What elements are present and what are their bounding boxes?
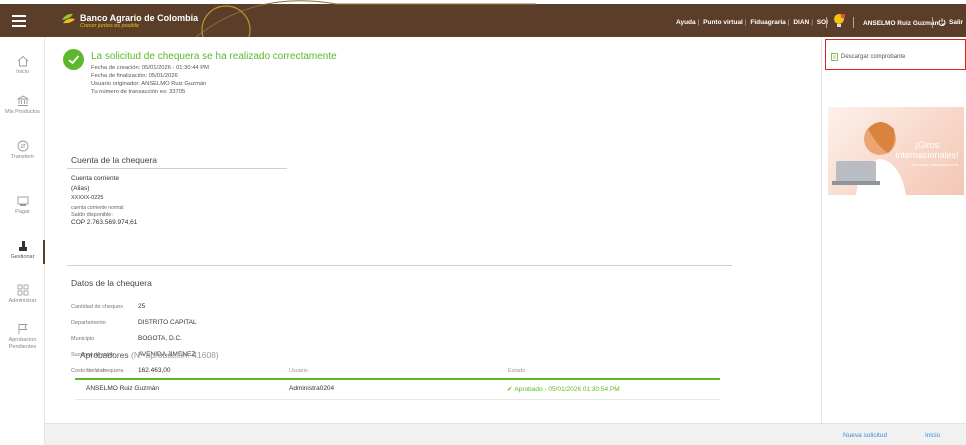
detail-label: Departamento <box>71 320 106 326</box>
hamburger-menu-icon[interactable] <box>12 15 26 27</box>
sidebar-item-label: Aprobacion Pendientes <box>8 337 37 350</box>
approver-name: ANSELMO Ruiz Guzmán <box>86 385 159 392</box>
flag-icon <box>18 324 27 334</box>
main-content: La solicitud de chequera se ha realizado… <box>45 37 821 423</box>
sidebar-item-pagar[interactable]: Pagar <box>0 195 45 216</box>
power-icon <box>938 18 946 26</box>
receipt-highlight-box: Descargar comprobante <box>825 39 966 70</box>
bank-name[interactable]: Banco Agrario de Colombia <box>80 13 198 23</box>
logout-label: Salir <box>949 18 964 26</box>
top-header: Banco Agrario de Colombia Crecer juntos … <box>0 0 966 37</box>
promo-title-line2: internacionales! <box>895 150 959 160</box>
detail-value: BOGOTA, D.C. <box>138 335 182 342</box>
promo-subtitle: Sin costo, pensamos en ti <box>912 162 958 167</box>
finish-date: Fecha de finalización: 05/01/2026 <box>91 73 178 79</box>
account-type: Cuenta corriente <box>71 175 120 182</box>
user-name: ANSELMO Ruiz Guzmán <box>863 20 939 27</box>
sidebar-item-label: Administrar <box>8 298 37 304</box>
detail-label: Municipio <box>71 336 95 342</box>
account-section-title: Cuenta de la chequera <box>71 155 158 165</box>
sidebar-item-aprobacion[interactable]: Aprobacion Pendientes <box>0 323 45 351</box>
section-divider <box>67 168 287 169</box>
sidebar-item-label: Gestionar <box>10 254 35 260</box>
sidebar-item-inicio[interactable]: Inicio <box>0 55 45 76</box>
table-row-divider <box>75 399 720 400</box>
account-number: XXXXX-0225 <box>71 195 104 201</box>
account-alias: (Alias) <box>71 185 90 192</box>
column-header-usuario: Usuario <box>289 368 308 374</box>
header-divider <box>932 17 933 28</box>
balance-label: Saldo disponible: <box>71 212 113 218</box>
home-icon <box>17 55 28 67</box>
grid-icon <box>17 284 28 296</box>
balance-value: COP 2.763.569.974,61 <box>71 219 138 226</box>
approver-user: Administra0204 <box>289 385 335 392</box>
download-receipt-label: Descargar comprobante <box>841 54 906 60</box>
bank-logo-icon <box>62 13 75 24</box>
link-dian[interactable]: DIAN <box>793 19 809 26</box>
manage-icon <box>18 241 27 251</box>
sidebar-item-label: Inicio <box>16 69 29 75</box>
user-menu[interactable]: ANSELMO Ruiz Guzmán ⌄ <box>863 19 946 27</box>
sidebar-item-transferir[interactable]: Transferir <box>0 140 45 161</box>
sidebar-item-label: Pagar <box>15 209 30 215</box>
link-fiduagraria[interactable]: Fiduagraria <box>750 19 785 26</box>
link-punto-virtual[interactable]: Punto virtual <box>703 19 743 26</box>
promo-title-line1: ¡Giros <box>914 140 940 150</box>
sidebar-item-mis-productos[interactable]: Mis Productos <box>0 95 45 116</box>
sidebar-item-label: Mis Productos <box>5 109 40 115</box>
document-icon <box>831 53 838 61</box>
check-circle-icon <box>63 49 84 70</box>
originator-user: Usuario originador: ANSELMO Ruiz Guzmán <box>91 81 207 87</box>
lightbulb-icon[interactable] <box>832 13 846 29</box>
check-icon: ✔ <box>507 386 513 393</box>
logout-button[interactable]: Salir <box>938 18 963 26</box>
new-request-link[interactable]: Nueva solicitud <box>843 432 887 439</box>
detail-value: DISTRITO CAPITAL <box>138 319 197 326</box>
detail-value: 162.463,00 <box>138 367 171 374</box>
column-header-nombre: Nombre <box>86 368 106 374</box>
promo-title: ¡Giros internacionales! <box>894 140 960 160</box>
bank-icon <box>16 95 29 106</box>
creation-date: Fecha de creación: 05/01/2026 - 01:30:44… <box>91 65 209 71</box>
approvers-heading: Aprobadores <box>80 350 129 360</box>
header-decorative-curve <box>196 0 536 37</box>
sidebar-item-administrar[interactable]: Administrar <box>0 284 45 305</box>
section-divider <box>67 265 732 266</box>
header-divider <box>826 17 827 28</box>
sidebar-item-gestionar[interactable]: Gestionar <box>0 240 45 261</box>
details-section-title: Datos de la chequera <box>71 278 152 288</box>
success-title: La solicitud de chequera se ha realizado… <box>91 51 337 62</box>
right-panel: Descargar comprobante ¡Giros internacion… <box>821 37 966 423</box>
pay-icon <box>17 196 28 206</box>
footer-bar: Nueva solicitud Inicio <box>45 423 966 445</box>
approvers-title: Aprobadores (Nº aprobación: 41608) <box>80 350 219 360</box>
approver-status-text: Aprobado - 05/01/2026 01:30:54 PM <box>514 385 620 393</box>
promo-banner[interactable]: ¡Giros internacionales! Sin costo, pensa… <box>828 107 964 195</box>
table-header-underline <box>75 378 720 380</box>
download-receipt-link[interactable]: Descargar comprobante <box>831 53 905 61</box>
header-divider <box>853 17 854 28</box>
link-ayuda[interactable]: Ayuda <box>676 19 696 26</box>
top-links: Ayuda | Punto virtual | Fiduagraria | DIAN |… <box>676 19 828 26</box>
column-header-estado: Estado <box>508 368 526 374</box>
sidebar-item-label: Transferir <box>10 154 35 160</box>
detail-value: 25 <box>138 303 146 310</box>
approver-status: ✔ Aprobado - 05/01/2026 01:30:54 PM <box>507 385 620 394</box>
approval-number: (Nº aprobación: 41608) <box>131 350 219 360</box>
account-description: cuenta corriente normal <box>71 205 124 211</box>
transfer-icon <box>17 140 28 152</box>
transaction-number: Tu número de transacción es: 33705 <box>91 89 186 95</box>
detail-label: Cantidad de cheques <box>71 304 123 310</box>
bank-tagline: Crecer juntos es posible <box>80 23 140 29</box>
home-link[interactable]: Inicio <box>925 432 940 439</box>
sidebar: Inicio Mis Productos Transferir Pagar Ge… <box>0 37 45 445</box>
